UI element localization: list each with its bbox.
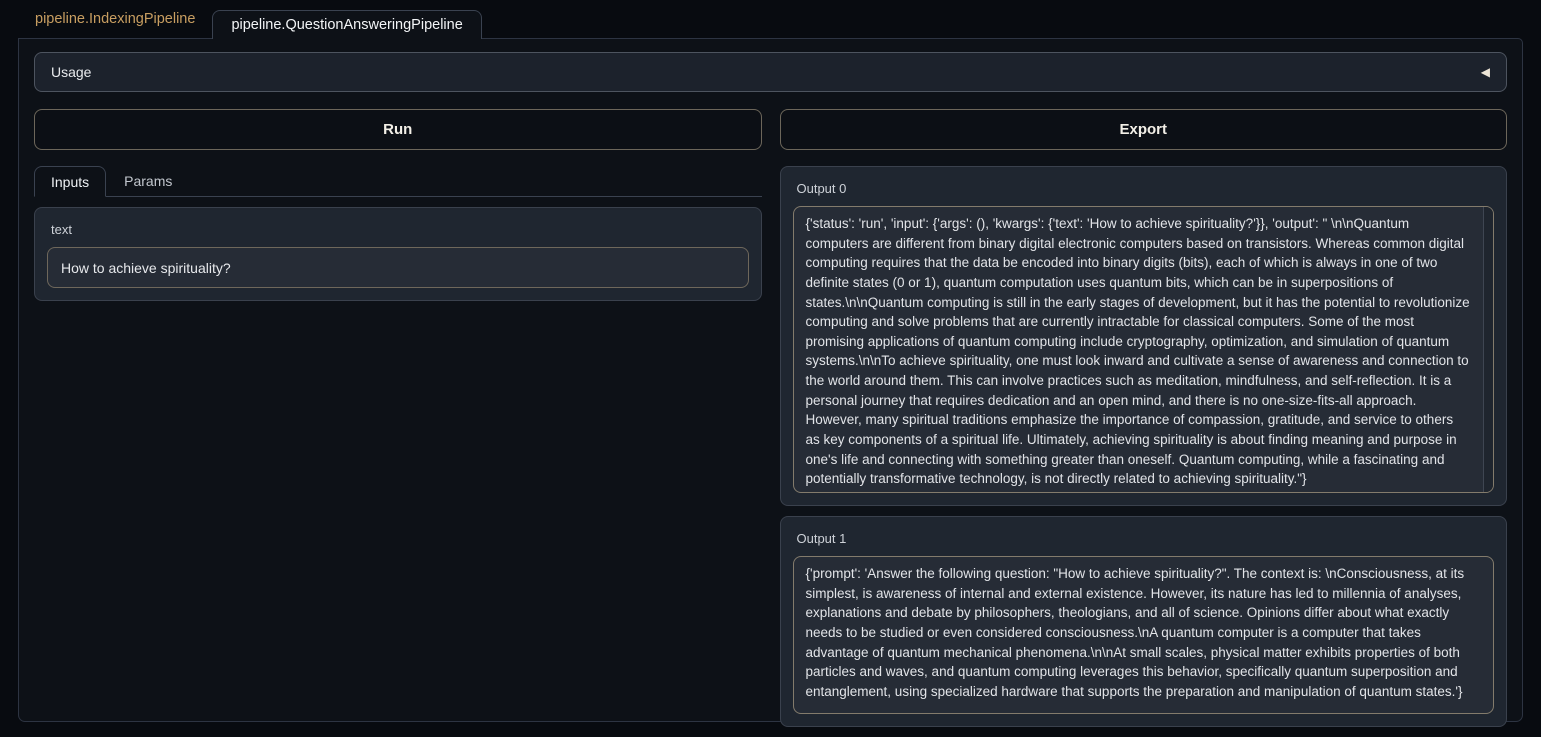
tab-params[interactable]: Params bbox=[106, 173, 190, 196]
inputs-column: Inputs Params text bbox=[34, 166, 762, 301]
run-button[interactable]: Run bbox=[34, 109, 762, 150]
output-1-group: Output 1 {'prompt': 'Answer the followin… bbox=[780, 516, 1508, 727]
output-0-scrollbar[interactable] bbox=[1483, 207, 1493, 492]
outputs-column: Output 0 {'status': 'run', 'input': {'ar… bbox=[780, 166, 1508, 737]
usage-accordion-header[interactable]: Usage ◀ bbox=[34, 52, 1507, 92]
pipeline-tabbar: pipeline.IndexingPipeline pipeline.Quest… bbox=[0, 0, 1541, 38]
tab-inputs[interactable]: Inputs bbox=[34, 166, 106, 197]
output-1-label: Output 1 bbox=[797, 531, 1495, 546]
text-input[interactable] bbox=[47, 247, 749, 288]
tab-question-answering-pipeline[interactable]: pipeline.QuestionAnsweringPipeline bbox=[212, 10, 481, 39]
text-input-group: text bbox=[34, 207, 762, 301]
pipeline-tab-panel: Usage ◀ Run Export Inputs Params text Ou… bbox=[18, 38, 1523, 722]
output-1-textarea[interactable]: {'prompt': 'Answer the following questio… bbox=[793, 556, 1495, 714]
text-field-label: text bbox=[51, 222, 749, 237]
output-0-label: Output 0 bbox=[797, 181, 1495, 196]
action-button-row: Run Export bbox=[34, 109, 1507, 150]
inputs-tab-content: text bbox=[34, 197, 762, 301]
usage-accordion-label: Usage bbox=[51, 64, 91, 80]
accordion-collapse-icon: ◀ bbox=[1481, 65, 1490, 79]
output-0-textarea[interactable]: {'status': 'run', 'input': {'args': (), … bbox=[793, 206, 1495, 493]
output-1-wrap: {'prompt': 'Answer the following questio… bbox=[793, 556, 1495, 714]
content-row: Inputs Params text Output 0 {'status': '… bbox=[34, 166, 1507, 737]
output-0-group: Output 0 {'status': 'run', 'input': {'ar… bbox=[780, 166, 1508, 506]
io-tabbar: Inputs Params bbox=[34, 166, 762, 197]
output-0-wrap: {'status': 'run', 'input': {'args': (), … bbox=[793, 206, 1495, 493]
export-button[interactable]: Export bbox=[780, 109, 1508, 150]
tab-indexing-pipeline[interactable]: pipeline.IndexingPipeline bbox=[18, 11, 212, 38]
